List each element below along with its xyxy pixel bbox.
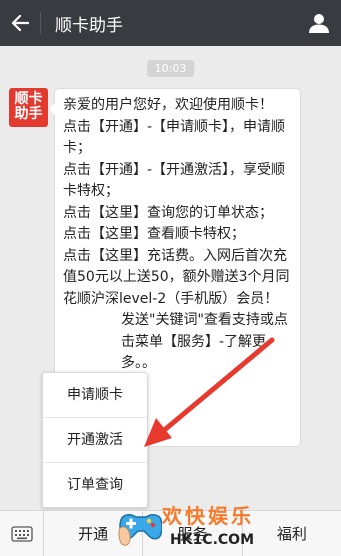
avatar[interactable]: 顺卡 助手 — [9, 88, 48, 127]
instruction-privilege[interactable]: 点击【这里】查看顺卡特权； — [63, 224, 294, 246]
message-timestamp: 10:03 — [146, 60, 195, 77]
popup-item-apply[interactable]: 申请顺卡 — [43, 373, 147, 418]
gamepad-icon — [118, 513, 162, 546]
instruction-activate[interactable]: 点击【开通】-【开通激活】，享受顺卡特权； — [63, 160, 294, 203]
instruction-order[interactable]: 点击【这里】查询您的订单状态； — [63, 203, 294, 225]
page-title: 顺卡助手 — [55, 15, 123, 36]
avatar-line-1: 顺卡 — [14, 91, 43, 107]
greeting-text: 亲爱的用户您好，欢迎使用顺卡！ — [63, 97, 273, 113]
profile-button[interactable] — [297, 0, 341, 46]
person-icon — [309, 14, 329, 33]
submenu-popup: 申请顺卡 开通激活 订单查询 — [42, 372, 148, 508]
back-button[interactable] — [0, 0, 40, 46]
avatar-line-2: 助手 — [14, 106, 43, 122]
watermark-text: 欢快娱乐 — [162, 504, 254, 528]
watermark: 欢快娱乐 HK1C.COM — [118, 492, 268, 554]
instruction-service: 发送"关键词"查看支持或点击菜单【服务】-了解更多。。 — [121, 312, 288, 371]
keyboard-toggle[interactable] — [0, 510, 44, 556]
watermark-url: HK1C.COM — [170, 532, 255, 548]
header-divider — [40, 12, 41, 34]
keyboard-icon — [10, 525, 33, 542]
top-bar: 顺卡助手 — [0, 0, 341, 46]
arrow-left-icon — [11, 14, 29, 32]
instruction-recharge[interactable]: 点击【这里】充话费。入网后首次充值50元以上送50，额外赠送3个月同花顺沪深le… — [63, 246, 294, 311]
instruction-apply[interactable]: 点击【开通】-【申请顺卡】，申请顺卡； — [63, 117, 294, 160]
popup-item-activate[interactable]: 开通激活 — [43, 418, 147, 463]
